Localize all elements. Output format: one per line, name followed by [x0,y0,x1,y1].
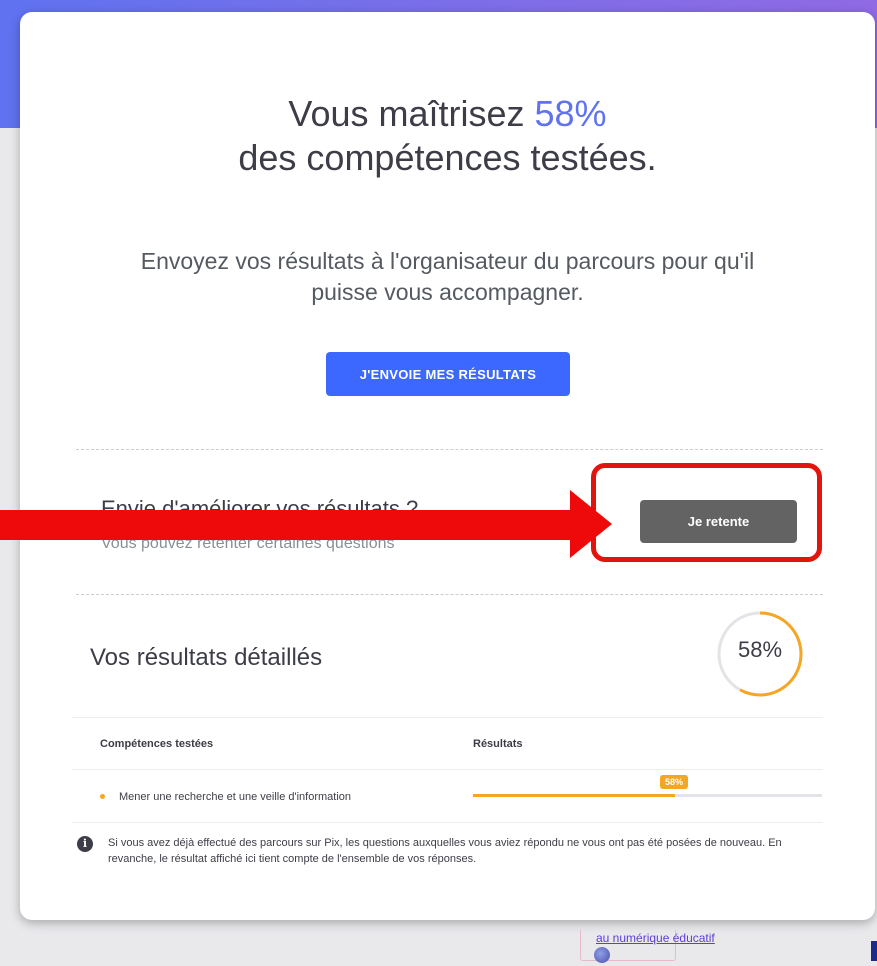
footer-link[interactable]: au numérique éducatif [596,931,715,945]
logo-mark [871,941,877,961]
column-header-competences: Compétences testées [100,738,214,750]
result-percentage-tag: 58% [660,775,688,789]
gauge-label: 58% [737,637,783,662]
detailed-results-title: Vos résultats détaillés [90,644,323,671]
send-results-message: Envoyez vos résultats à l'organisateur d… [140,248,755,305]
mastery-percentage: 58% [534,93,607,134]
result-progress-fill [473,794,676,797]
section-divider [76,449,823,450]
annotation-arrow-shaft [0,510,570,540]
globe-icon [594,947,610,963]
competence-label: Mener une recherche et une veille d'info… [119,791,352,803]
section-divider [76,594,823,595]
info-note: Si vous avez déjà effectué des parcours … [108,837,782,865]
table-top-border [72,717,823,718]
result-progress-bar [473,794,822,797]
info-icon: i [77,836,93,852]
table-bottom-border [72,822,823,823]
headline-suffix: des compétences testées. [238,137,657,178]
annotation-highlight-box [591,463,822,562]
column-header-results: Résultats [473,738,523,750]
mastery-headline: Vous maîtrisez 58% des compétences testé… [20,92,875,180]
headline-prefix: Vous maîtrisez [288,93,535,134]
bullet-icon [100,794,105,799]
send-results-button[interactable]: J'ENVOIE MES RÉSULTATS [326,352,570,396]
table-header-border [72,769,823,770]
annotation-arrow-icon [570,490,612,558]
